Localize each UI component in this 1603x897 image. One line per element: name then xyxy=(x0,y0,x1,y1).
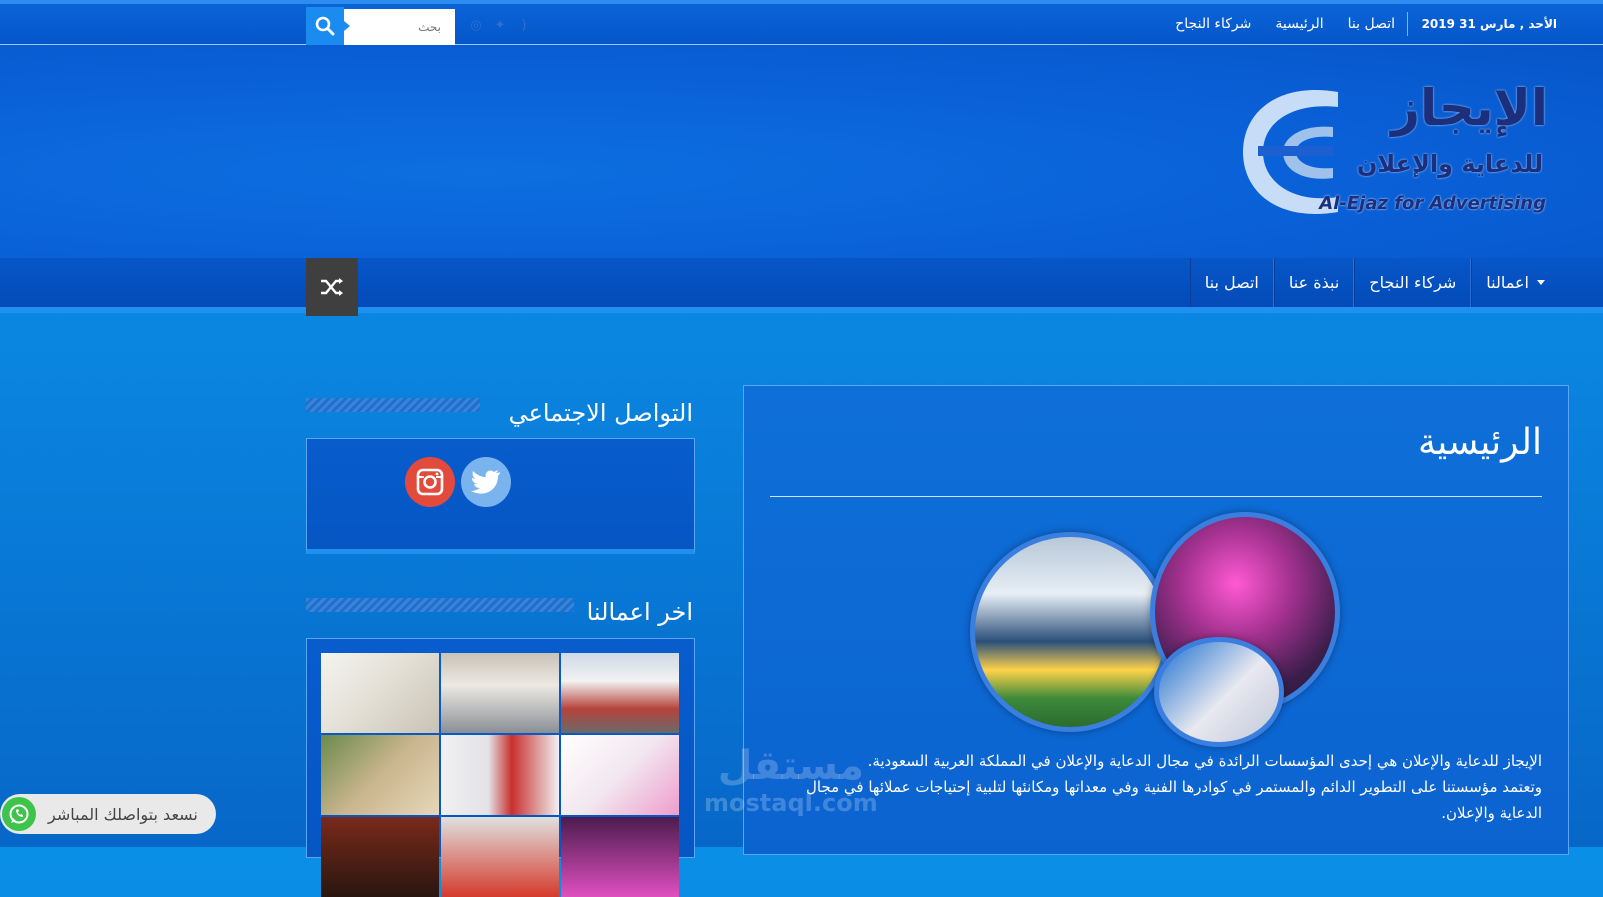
logo-english-text: Al-Ejaz for Advertising xyxy=(1319,193,1546,214)
featured-image xyxy=(970,512,1350,747)
whatsapp-chat-button[interactable]: نسعد بتواصلك المباشر xyxy=(0,794,216,834)
logo-arabic-subtitle: للدعاية والإعلان xyxy=(1356,150,1543,178)
twitter-icon[interactable]: ✦ xyxy=(492,18,508,33)
work-thumbnail[interactable] xyxy=(321,735,439,815)
shuffle-icon xyxy=(321,278,343,296)
nav-item-label: اعمالنا xyxy=(1486,273,1529,292)
whatsapp-label: نسعد بتواصلك المباشر xyxy=(48,804,198,824)
date-display: الأحد , مارس 31 2019 xyxy=(1406,12,1557,36)
work-thumbnail[interactable] xyxy=(561,817,679,897)
top-nav-home[interactable]: الرئيسية xyxy=(1275,12,1323,36)
top-bar: الأحد , مارس 31 2019 اتصل بنا الرئيسية ش… xyxy=(0,0,1603,45)
site-header: الإيجاز للدعاية والإعلان Al-Ejaz for Adv… xyxy=(0,45,1603,258)
watermark-english: mostaql.com xyxy=(704,789,878,817)
nav-item-label: شركاء النجاح xyxy=(1369,273,1457,292)
watermark: مستقل mostaql.com xyxy=(704,744,878,818)
work-thumbnail[interactable] xyxy=(321,817,439,897)
stadium-photo xyxy=(970,532,1170,732)
twitter-bird-icon xyxy=(471,470,500,494)
nav-item-label: اتصل بنا xyxy=(1204,273,1259,292)
nav-item-label: نبذة عنا xyxy=(1288,273,1340,292)
social-title-decoration xyxy=(306,398,480,412)
works-title-decoration xyxy=(306,598,574,612)
top-social-icons: ◎ ✦ ) xyxy=(468,18,532,33)
nav-item-about[interactable]: نبذة عنا xyxy=(1273,258,1355,307)
search-icon xyxy=(315,16,335,36)
instagram-camera-icon xyxy=(416,468,444,496)
watermark-arabic: مستقل xyxy=(717,743,864,789)
recent-works-widget xyxy=(306,638,695,897)
search-input[interactable] xyxy=(343,9,455,45)
instagram-icon[interactable]: ◎ xyxy=(468,18,484,33)
whatsapp-icon xyxy=(2,797,36,831)
top-nav-partners[interactable]: شركاء النجاح xyxy=(1175,12,1251,36)
banner-photo xyxy=(1154,637,1284,747)
title-divider xyxy=(770,496,1542,497)
intro-paragraph-2: وتعتمد مؤسستنا على التطوير الدائم والمست… xyxy=(805,778,1542,822)
social-widget-title: التواصل الاجتماعي xyxy=(508,399,693,427)
nav-item-contact[interactable]: اتصل بنا xyxy=(1189,258,1274,307)
main-nav: اعمالنا شركاء النجاح نبذة عنا اتصل بنا xyxy=(0,258,1603,316)
intro-paragraph: الإيجاز للدعاية والإعلان هي إحدى المؤسسا… xyxy=(867,752,1542,770)
work-thumbnail[interactable] xyxy=(561,735,679,815)
work-thumbnail[interactable] xyxy=(321,653,439,733)
nav-item-works[interactable]: اعمالنا xyxy=(1471,258,1559,307)
work-thumbnail[interactable] xyxy=(441,817,559,897)
instagram-button[interactable] xyxy=(405,457,455,507)
page-title: الرئيسية xyxy=(1418,422,1542,463)
work-thumbnail[interactable] xyxy=(441,735,559,815)
work-thumbnail[interactable] xyxy=(441,653,559,733)
search-button[interactable] xyxy=(306,7,350,45)
chevron-down-icon xyxy=(1537,280,1545,285)
social-widget xyxy=(306,438,695,554)
rss-icon[interactable]: ) xyxy=(516,18,532,33)
twitter-button[interactable] xyxy=(461,457,511,507)
top-nav-contact[interactable]: اتصل بنا xyxy=(1348,12,1395,36)
logo-arabic-text: الإيجاز xyxy=(1391,79,1548,137)
random-article-button[interactable] xyxy=(306,258,358,316)
works-widget-title: اخر اعمالنا xyxy=(586,598,693,626)
top-nav: اتصل بنا الرئيسية شركاء النجاح xyxy=(1175,12,1395,36)
site-logo[interactable]: الإيجاز للدعاية والإعلان Al-Ejaz for Adv… xyxy=(1238,80,1548,230)
nav-item-partners[interactable]: شركاء النجاح xyxy=(1354,258,1472,307)
work-thumbnail[interactable] xyxy=(561,653,679,733)
